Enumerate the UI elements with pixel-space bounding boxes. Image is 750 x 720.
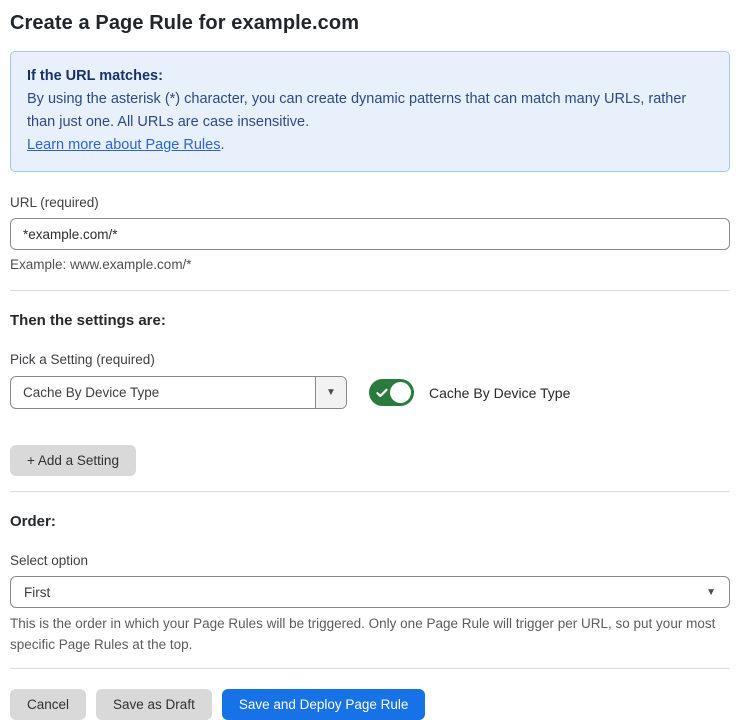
save-as-draft-button[interactable]: Save as Draft: [96, 689, 212, 720]
order-section-heading: Order:: [10, 513, 730, 530]
footer-divider: [10, 668, 730, 669]
order-select[interactable]: First ▼: [10, 576, 730, 608]
url-match-info-box: If the URL matches: By using the asteris…: [10, 51, 730, 172]
url-field-label: URL (required): [10, 195, 730, 210]
create-page-rule-form: Create a Page Rule for example.com If th…: [0, 0, 750, 720]
chevron-down-icon: ▼: [706, 587, 716, 598]
setting-select[interactable]: Cache By Device Type ▼: [10, 376, 347, 409]
cancel-button[interactable]: Cancel: [10, 689, 86, 720]
footer-actions: Cancel Save as Draft Save and Deploy Pag…: [10, 689, 730, 720]
url-input[interactable]: [10, 218, 730, 250]
info-box-heading: If the URL matches:: [27, 65, 713, 88]
save-and-deploy-button[interactable]: Save and Deploy Page Rule: [222, 689, 426, 720]
learn-more-link[interactable]: Learn more about Page Rules: [27, 137, 220, 153]
toggle-label: Cache By Device Type: [429, 385, 570, 401]
info-box-body: By using the asterisk (*) character, you…: [27, 88, 713, 134]
pick-setting-label: Pick a Setting (required): [10, 352, 730, 367]
toggle-knob: [390, 382, 411, 403]
order-select-label: Select option: [10, 553, 730, 568]
page-title: Create a Page Rule for example.com: [10, 12, 730, 35]
order-helper-text: This is the order in which your Page Rul…: [10, 613, 726, 655]
section-divider: [10, 491, 730, 492]
setting-select-value: Cache By Device Type: [11, 377, 315, 408]
check-icon: [376, 387, 388, 399]
add-setting-button[interactable]: + Add a Setting: [10, 445, 136, 476]
setting-select-arrow-button[interactable]: ▼: [315, 377, 346, 408]
order-select-value: First: [24, 585, 706, 600]
link-period: .: [220, 137, 224, 153]
settings-section-heading: Then the settings are:: [10, 312, 730, 329]
setting-row: Cache By Device Type ▼ Cache By Device T…: [10, 376, 730, 409]
url-example-helper: Example: www.example.com/*: [10, 257, 730, 272]
cache-device-toggle[interactable]: [369, 379, 414, 406]
section-divider: [10, 290, 730, 291]
info-box-link-line: Learn more about Page Rules.: [27, 134, 713, 157]
chevron-down-icon: ▼: [326, 387, 336, 398]
